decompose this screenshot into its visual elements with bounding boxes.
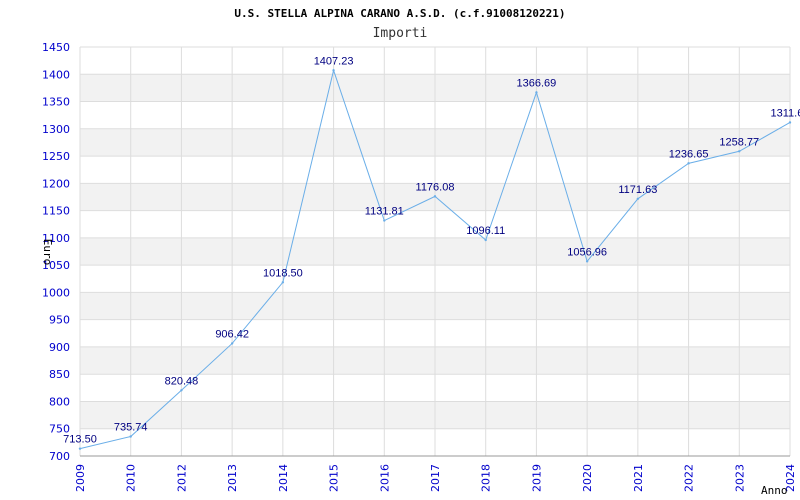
data-label: 735.74 xyxy=(114,422,148,434)
data-point xyxy=(78,447,82,450)
data-label: 1131.81 xyxy=(365,206,404,218)
data-point xyxy=(585,260,589,263)
x-tick-label: 2021 xyxy=(632,464,645,492)
x-tick-label: 2015 xyxy=(328,464,341,492)
data-point xyxy=(230,342,234,345)
data-point xyxy=(687,162,690,165)
line-chart: U.S. STELLA ALPINA CARANO A.S.D. (c.f.91… xyxy=(41,7,800,497)
data-point xyxy=(433,195,437,198)
y-axis-title: Euro xyxy=(41,239,54,266)
data-point xyxy=(180,389,183,392)
x-tick-label: 2014 xyxy=(277,464,290,492)
x-axis-title: Anno xyxy=(761,484,788,497)
y-tick-label: 1250 xyxy=(42,150,70,163)
data-label: 1171.63 xyxy=(618,184,657,196)
y-tick-label: 800 xyxy=(49,395,70,408)
y-tick-label: 700 xyxy=(49,450,70,463)
chart-title: U.S. STELLA ALPINA CARANO A.S.D. (c.f.91… xyxy=(234,7,565,20)
y-tick-label: 850 xyxy=(49,368,70,381)
data-label: 1056.96 xyxy=(567,246,607,258)
data-point xyxy=(738,150,741,153)
data-label: 1366.69 xyxy=(517,77,557,89)
y-tick-label: 1450 xyxy=(42,41,70,54)
x-tick-label: 2016 xyxy=(378,464,391,492)
x-tick-label: 2010 xyxy=(125,464,138,492)
data-point xyxy=(788,121,792,124)
data-label: 820.48 xyxy=(165,375,199,387)
chart-subtitle: Importi xyxy=(373,26,428,41)
x-tick-label: 2009 xyxy=(74,464,87,492)
x-tick-label: 2022 xyxy=(683,464,696,492)
y-tick-label: 1150 xyxy=(42,205,70,218)
data-point xyxy=(383,219,386,222)
data-point xyxy=(535,91,538,94)
data-label: 1096.11 xyxy=(466,225,505,237)
data-point xyxy=(636,197,640,201)
x-tick-label: 2020 xyxy=(581,464,594,492)
x-tick-label: 2017 xyxy=(429,464,442,492)
data-label: 906.42 xyxy=(215,328,249,340)
y-tick-label: 900 xyxy=(49,341,70,354)
data-label: 1258.77 xyxy=(719,136,759,148)
x-tick-label: 2018 xyxy=(480,464,493,492)
data-label: 1018.50 xyxy=(263,267,303,279)
data-label: 1236.65 xyxy=(669,148,709,160)
y-tick-label: 950 xyxy=(49,314,70,327)
x-tick-label: 2013 xyxy=(226,464,239,492)
data-point xyxy=(129,435,132,438)
y-tick-label: 1200 xyxy=(42,177,70,190)
data-label: 1176.08 xyxy=(416,181,455,193)
x-tick-label: 2019 xyxy=(530,464,543,492)
x-tick-label: 2012 xyxy=(175,464,188,492)
data-point xyxy=(484,238,487,242)
x-tick-label: 2023 xyxy=(733,464,746,492)
data-point xyxy=(332,69,335,72)
y-tick-label: 1000 xyxy=(42,286,70,299)
data-label: 1311.65 xyxy=(771,107,800,119)
y-tick-label: 1350 xyxy=(42,96,70,109)
x-axis-ticks: 2009 2010 2012 2013 2014 2015 2016 2017 2018 2019… xyxy=(74,464,797,492)
y-tick-label: 1400 xyxy=(42,68,70,81)
data-label: 713.50 xyxy=(63,434,97,446)
data-label: 1407.23 xyxy=(314,55,354,67)
data-point xyxy=(281,281,285,284)
y-tick-label: 1300 xyxy=(42,123,70,136)
